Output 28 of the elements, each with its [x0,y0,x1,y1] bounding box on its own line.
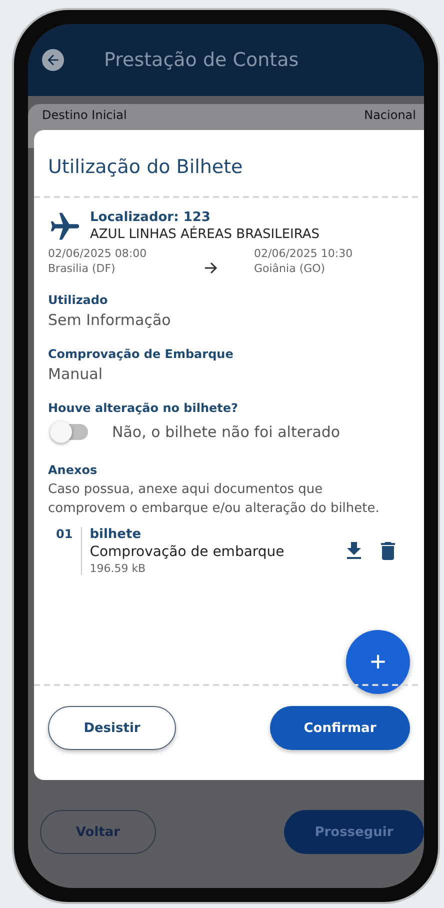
cancel-button[interactable]: Desistir [48,706,176,750]
back-icon[interactable] [42,49,64,71]
field-value: Sem Informação [48,311,172,329]
field-label: Destino Inicial [42,108,127,124]
arrow-icon [204,262,218,274]
header-title: Prestação de Contas [104,49,299,71]
airline-name: AZUL LINHAS AÉREAS BRASILEIRAS [90,227,320,242]
section-label: Anexos [48,463,98,477]
field-label: Houve alteração no bilhete? [48,401,240,415]
add-button[interactable]: + [346,630,410,694]
file-size: 196.59 kB [90,562,147,575]
attachment-index: 01 [56,526,73,541]
field-label: Comprovação de Embarque [48,347,234,361]
arrival-city: Goiânia (GO) [254,262,326,275]
attachment-description: Comprovação de embarque [90,544,286,560]
arrival-datetime: 02/06/2025 10:30 [254,247,354,260]
field-label: Utilizado [48,293,109,307]
toggle-switch[interactable] [52,424,88,440]
departure-datetime: 02/06/2025 08:00 [48,247,148,260]
toggle-label: Não, o bilhete não foi alterado [112,423,340,441]
confirm-button[interactable]: Confirmar [270,706,410,750]
departure-city: Brasilia (DF) [48,262,116,275]
field-value: Nacional [364,108,416,124]
dialog-title: Utilização do Bilhete [47,155,244,180]
field-value: Manual [48,365,104,383]
attachment-name: bilhete [90,526,142,542]
attachments-hint: Caso possua, anexe aqui documentos que comprovem o embarque e/ou alteração do bilhete. [48,481,380,518]
locator-text: Localizador: 123 [90,210,212,225]
